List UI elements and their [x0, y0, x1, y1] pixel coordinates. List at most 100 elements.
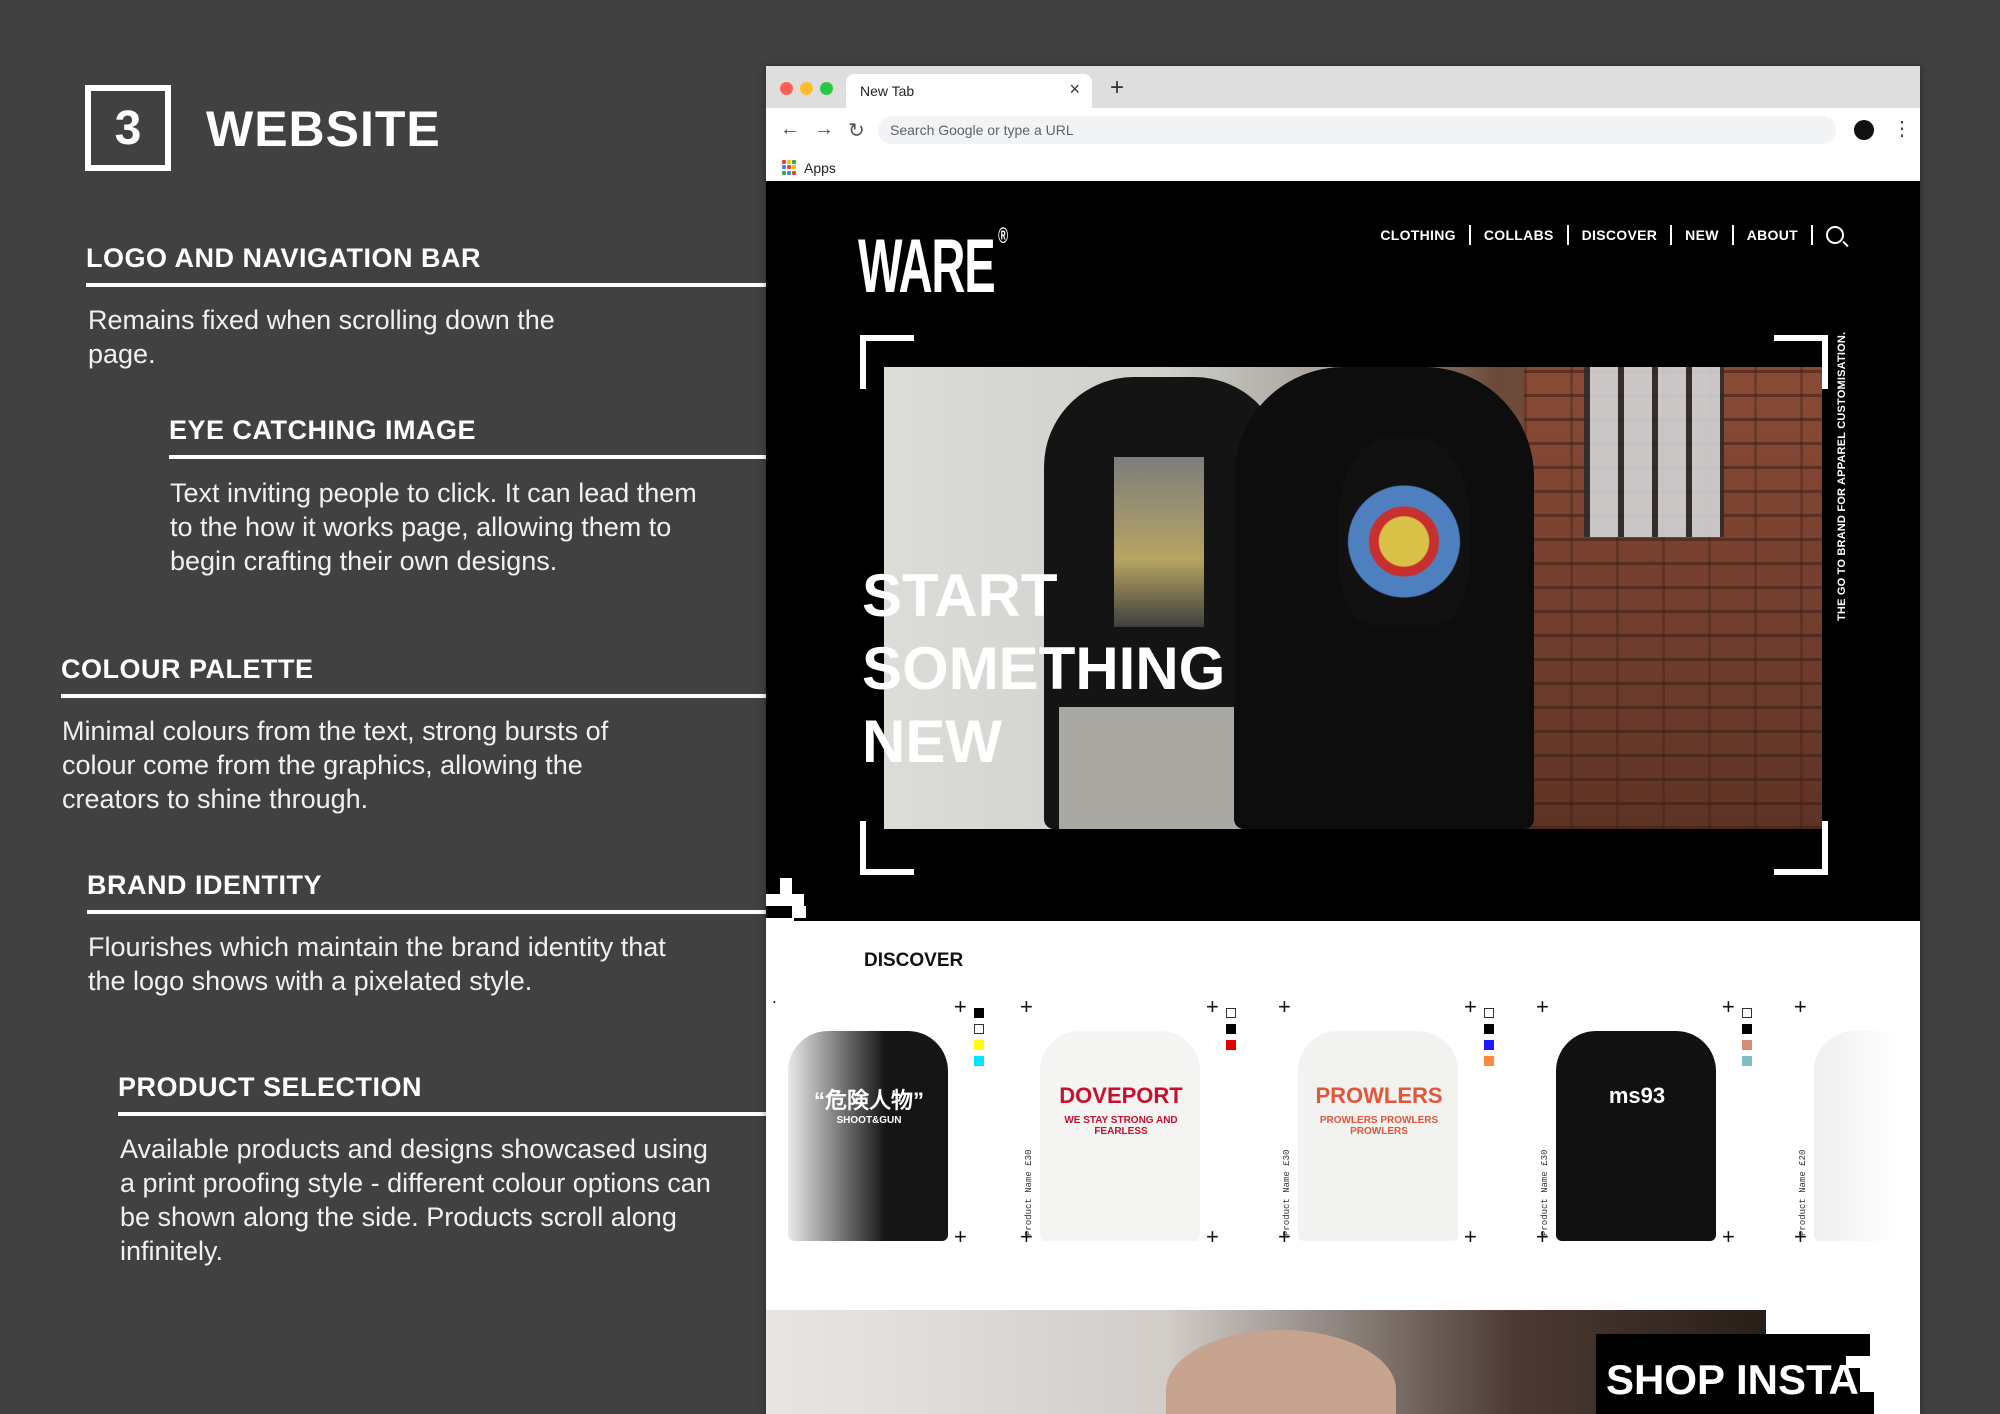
colour-swatch[interactable]	[1226, 1008, 1236, 1018]
product-price-label: Product Name £30	[1540, 1149, 1550, 1236]
forward-arrow-icon[interactable]: →	[814, 118, 834, 141]
nav-separator	[1670, 225, 1673, 245]
registered-mark: ®	[998, 223, 1008, 248]
colour-swatch[interactable]	[1484, 1056, 1494, 1066]
colour-swatch[interactable]	[974, 1040, 984, 1050]
product-print-text: ms93	[1608, 1083, 1666, 1108]
apps-grid-dot	[792, 170, 796, 175]
pixel-flourish	[780, 878, 792, 894]
annotation-body-product: Available products and designs showcased…	[120, 1134, 711, 1266]
product-print-text: PROWLERS	[1315, 1083, 1443, 1108]
apps-grid-dot	[782, 160, 786, 164]
tab-bar: New Tab × +	[766, 66, 1920, 108]
annotation-body-image: Text inviting people to click. It can le…	[170, 478, 697, 576]
address-bar[interactable]: Search Google or type a URL	[878, 116, 1836, 144]
reload-icon[interactable]: ↻	[848, 118, 865, 143]
product-card[interactable]: PROWLERS PROWLERS PROWLERS PROWLERS	[1284, 1003, 1472, 1241]
nav-collabs[interactable]: COLLABS	[1484, 227, 1554, 243]
pixel-flourish	[792, 906, 806, 918]
annotation-heading-logo: LOGO AND NAVIGATION BAR	[86, 243, 481, 273]
product-card[interactable]: DOVEPORT WE STAY STRONG AND FEARLESS	[1026, 1003, 1214, 1241]
nav-clothing[interactable]: CLOTHING	[1380, 227, 1456, 243]
back-arrow-icon[interactable]: ←	[780, 118, 800, 141]
discover-heading: DISCOVER	[864, 950, 964, 971]
bookmarks-bar: Apps	[766, 152, 1920, 183]
annotation-body-brand: Flourishes which maintain the brand iden…	[88, 932, 666, 996]
hero-cta[interactable]: START SOMETHING NEW	[862, 559, 1225, 778]
crop-mark: +	[954, 1224, 967, 1249]
address-bar-placeholder: Search Google or type a URL	[890, 122, 1074, 138]
colour-swatch[interactable]	[1742, 1056, 1752, 1066]
product-print-subtext: PROWLERS PROWLERS PROWLERS	[1319, 1115, 1439, 1137]
product-card[interactable]: ms93	[1542, 1003, 1730, 1241]
apps-grid-dot	[787, 170, 791, 175]
crop-mark: +	[1464, 994, 1477, 1019]
annotation-heading-colour: COLOUR PALETTE	[61, 654, 314, 684]
pixel-flourish	[1846, 1334, 1870, 1356]
product-price-label: Product Name £20	[1798, 1149, 1808, 1236]
window-panel	[1584, 367, 1724, 537]
new-tab-icon[interactable]: +	[1110, 74, 1124, 102]
pixel-flourish	[766, 918, 794, 932]
pixel-flourish	[766, 932, 826, 946]
tab-new-tab[interactable]: New Tab ×	[846, 74, 1092, 108]
hero-cta-line-1: START	[862, 562, 1058, 629]
crop-mark: +	[1206, 994, 1219, 1019]
hero-cta-line-3: NEW	[862, 708, 1002, 775]
bookmark-apps[interactable]: Apps	[804, 160, 836, 176]
step-number: 3	[114, 101, 142, 155]
search-icon[interactable]	[1826, 226, 1844, 244]
maximize-window-dot[interactable]	[820, 82, 833, 95]
colour-swatch[interactable]	[1226, 1024, 1236, 1034]
tab-title: New Tab	[860, 83, 915, 99]
nav-discover[interactable]: DISCOVER	[1582, 227, 1658, 243]
crop-mark: +	[954, 994, 967, 1019]
product-image	[1556, 1031, 1716, 1241]
close-icon[interactable]: ×	[1069, 79, 1080, 100]
crop-mark: +	[1278, 994, 1291, 1019]
brand-tagline: THE GO TO BRAND FOR APPAREL CUSTOMISATIO…	[1836, 331, 1848, 621]
crop-mark: +	[1794, 994, 1807, 1019]
pixel-flourish	[1600, 953, 1620, 963]
annotation-line-brand	[87, 910, 787, 914]
colour-swatch[interactable]	[974, 1056, 984, 1066]
hero-section: WARE ® CLOTHING COLLABS DISCOVER NEW ABOU…	[766, 181, 1920, 975]
profile-avatar[interactable]	[1854, 120, 1874, 140]
minimize-window-dot[interactable]	[800, 82, 813, 95]
carousel-fade-right	[1810, 1003, 1920, 1243]
colour-swatch[interactable]	[974, 1008, 984, 1018]
hoodie-graphic-face	[1339, 437, 1469, 627]
colour-swatch[interactable]	[974, 1024, 984, 1034]
crop-mark: +	[1536, 994, 1549, 1019]
colour-swatch[interactable]	[1484, 1040, 1494, 1050]
apps-grid-icon[interactable]	[782, 160, 797, 175]
menu-dots-icon[interactable]: ⋮	[1892, 116, 1912, 141]
frame-corner-bottom-right	[1774, 821, 1828, 875]
nav-new[interactable]: NEW	[1685, 227, 1719, 243]
annotation-heading-image: EYE CATCHING IMAGE	[169, 415, 477, 445]
crop-mark: +	[1722, 1224, 1735, 1249]
apps-grid-dot	[792, 165, 796, 170]
carousel-fade-left	[766, 1003, 886, 1243]
browser-window: New Tab × + ← → ↻ Search Google or type …	[766, 66, 1920, 1414]
colour-swatch[interactable]	[1742, 1024, 1752, 1034]
pixel-flourish	[1860, 1392, 1874, 1414]
colour-swatch[interactable]	[1742, 1008, 1752, 1018]
colour-swatch[interactable]	[1226, 1040, 1236, 1050]
apps-grid-dot	[782, 165, 786, 170]
nav-about[interactable]: ABOUT	[1747, 227, 1798, 243]
colour-swatch[interactable]	[1484, 1008, 1494, 1018]
colour-swatch[interactable]	[1484, 1024, 1494, 1034]
ware-logo[interactable]: WARE ®	[858, 223, 1008, 310]
annotation-heading-brand: BRAND IDENTITY	[87, 870, 322, 900]
apps-grid-dot	[787, 160, 791, 164]
shop-insta-label[interactable]: SHOP INSTA	[1606, 1356, 1859, 1404]
annotation-heading-product: PRODUCT SELECTION	[118, 1072, 423, 1102]
nav-separator	[1566, 225, 1569, 245]
crop-mark: +	[1206, 1224, 1219, 1249]
product-print-subtext: WE STAY STRONG AND FEARLESS	[1064, 1115, 1178, 1137]
page-title: WEBSITE	[206, 101, 441, 157]
colour-swatch[interactable]	[1742, 1040, 1752, 1050]
close-window-dot[interactable]	[780, 82, 793, 95]
step-number-box: 3	[85, 85, 171, 171]
